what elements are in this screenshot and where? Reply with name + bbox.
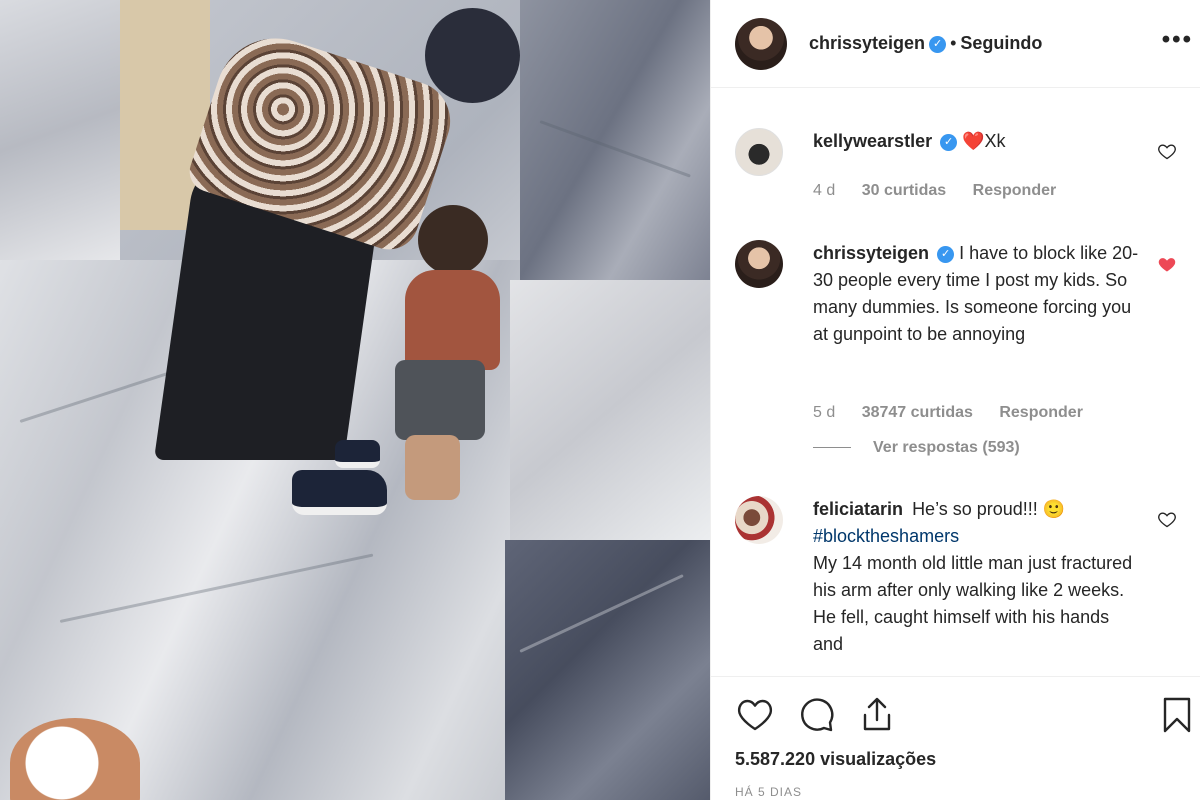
- reply-button[interactable]: Responder: [973, 182, 1057, 199]
- woman-head: [425, 8, 520, 103]
- comment-username[interactable]: feliciatarin: [813, 499, 903, 519]
- comment-username[interactable]: kellywearstler: [813, 131, 932, 151]
- marble-floor-tile: [505, 540, 710, 800]
- comment-icon[interactable]: [797, 695, 837, 735]
- like-comment-icon[interactable]: [1157, 141, 1177, 161]
- dog: [10, 718, 140, 800]
- woman-shoe: [335, 440, 380, 468]
- marble-floor-tile: [520, 0, 710, 290]
- comment-age: 4 d: [813, 182, 836, 199]
- comment-body: kellywearstler ✓ ❤️Xk: [813, 128, 1143, 155]
- save-bookmark-icon[interactable]: [1157, 695, 1197, 735]
- hashtag-link[interactable]: #blocktheshamers: [813, 526, 959, 546]
- marble-wall: [0, 0, 120, 260]
- verified-badge-icon: ✓: [929, 35, 947, 53]
- more-options-icon[interactable]: •••: [1162, 26, 1193, 54]
- post-sidebar: chrissyteigen ✓ • Seguindo ••• kellywearstl…: [710, 0, 1200, 800]
- child-shirt: [405, 270, 500, 370]
- comment-text: ❤️Xk: [962, 131, 1006, 151]
- child-legs: [405, 435, 460, 500]
- woman-shoe: [292, 470, 387, 515]
- comment-username[interactable]: chrissyteigen: [813, 243, 929, 263]
- comments-list[interactable]: kellywearstler ✓ ❤️Xk 4 d 30 curtidas Res…: [711, 88, 1200, 676]
- comment-likes[interactable]: 30 curtidas: [862, 182, 946, 199]
- comment-body: feliciatarin He’s so proud!!! 🙂 #blockth…: [813, 496, 1143, 658]
- post-actions: 5.587.220 visualizações HÁ 5 DIAS: [711, 676, 1200, 800]
- comment-body: chrissyteigen ✓ I have to block like 20-3…: [813, 240, 1143, 348]
- child-head: [418, 205, 488, 275]
- post-video[interactable]: [0, 0, 710, 800]
- liked-comment-icon[interactable]: [1157, 254, 1177, 274]
- view-replies-button[interactable]: Ver respostas (593): [813, 439, 1020, 457]
- following-button[interactable]: Seguindo: [960, 33, 1042, 53]
- comment-avatar[interactable]: [735, 496, 783, 544]
- comment-likes[interactable]: 38747 curtidas: [862, 404, 973, 421]
- post-timestamp[interactable]: HÁ 5 DIAS: [735, 785, 802, 799]
- comment-meta: 5 d 38747 curtidas Responder: [813, 404, 1105, 422]
- author-username[interactable]: chrissyteigen: [809, 33, 925, 53]
- comment-avatar[interactable]: [735, 128, 783, 176]
- comment-text-continued: My 14 month old little man just fracture…: [813, 553, 1133, 654]
- like-comment-icon[interactable]: [1157, 509, 1177, 529]
- author-line: chrissyteigen ✓ • Seguindo: [809, 33, 1042, 54]
- verified-badge-icon: ✓: [937, 245, 955, 263]
- view-count[interactable]: 5.587.220 visualizações: [735, 749, 936, 770]
- post-header: chrissyteigen ✓ • Seguindo •••: [711, 0, 1200, 88]
- comment-age: 5 d: [813, 404, 836, 421]
- comment-meta: 4 d 30 curtidas Responder: [813, 182, 1078, 200]
- like-icon[interactable]: [735, 695, 775, 735]
- verified-badge-icon: ✓: [940, 133, 958, 151]
- share-icon[interactable]: [857, 695, 897, 735]
- reply-button[interactable]: Responder: [999, 404, 1083, 421]
- marble-floor-tile: [510, 280, 710, 540]
- author-avatar[interactable]: [735, 18, 787, 70]
- separator: •: [950, 33, 957, 53]
- comment-text: He’s so proud!!! 🙂: [912, 499, 1066, 519]
- comment-avatar[interactable]: [735, 240, 783, 288]
- child-shorts: [395, 360, 485, 440]
